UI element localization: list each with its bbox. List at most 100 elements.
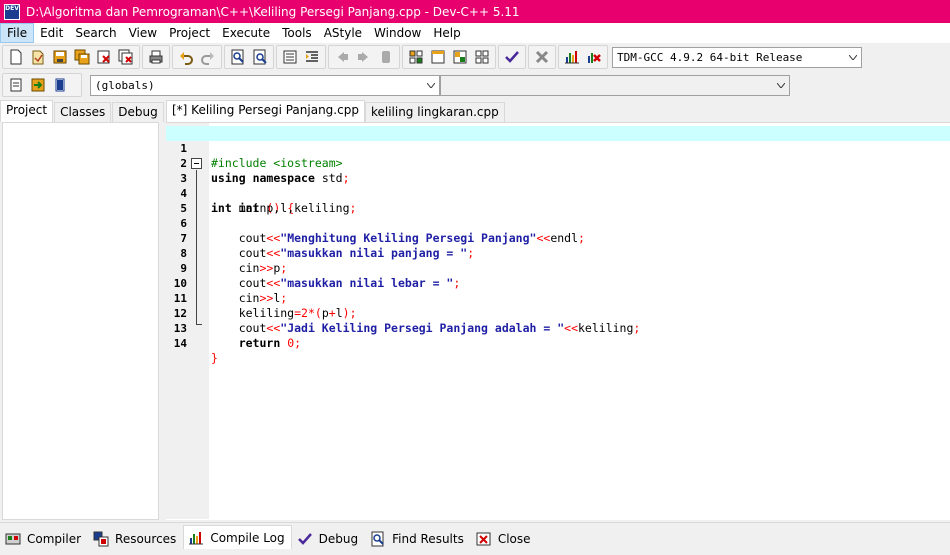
tab-debug[interactable]: Debug — [112, 102, 164, 122]
stop-icon[interactable] — [531, 46, 553, 68]
check-toolbar-group — [498, 45, 526, 69]
undo-icon[interactable] — [175, 46, 197, 68]
goto-forward-icon[interactable] — [353, 46, 375, 68]
chevron-down-icon — [427, 82, 435, 88]
search-toolbar-group — [224, 45, 274, 69]
project-panel[interactable] — [2, 122, 159, 520]
keyword: return — [238, 336, 281, 350]
menu-window[interactable]: Window — [368, 23, 427, 43]
window-title: D:\Algoritma dan Pemrograman\C++\Kelilin… — [26, 4, 520, 19]
code-line: 14 } — [166, 321, 950, 365]
code-line: 9 cout<<"masukkan nilai lebar = "; — [166, 246, 950, 290]
comment-icon[interactable] — [279, 46, 301, 68]
fold-toggle-icon[interactable] — [191, 158, 202, 169]
new-file-icon[interactable] — [5, 46, 27, 68]
class-toolbar-group — [2, 73, 82, 97]
operator: } — [211, 351, 218, 365]
tab-keliling-lingkaran[interactable]: keliling lingkaran.cpp — [364, 102, 505, 122]
code-line: 4 int p,l,keliling; — [166, 171, 950, 215]
menu-execute[interactable]: Execute — [216, 23, 276, 43]
scope-select[interactable]: (globals) — [90, 74, 440, 96]
chart-icon[interactable] — [561, 46, 583, 68]
tab-compiler[interactable]: Compiler — [0, 528, 88, 550]
tab-classes[interactable]: Classes — [54, 102, 112, 122]
grid-icon[interactable] — [471, 46, 493, 68]
profile-delete-icon[interactable] — [583, 46, 605, 68]
compiler-select-value: TDM-GCC 4.9.2 64-bit Release — [617, 50, 803, 64]
function-select[interactable] — [440, 74, 790, 96]
menu-search[interactable]: Search — [69, 23, 122, 43]
menu-project[interactable]: Project — [163, 23, 216, 43]
tab-find-results-label: Find Results — [392, 532, 464, 546]
compiler-icon — [5, 533, 21, 545]
toggle-bookmark-icon[interactable] — [49, 74, 71, 96]
code-line: 6 cout<<"Menghitung Keliling Persegi Pan… — [166, 201, 950, 245]
replace-icon[interactable] — [249, 46, 271, 68]
main-toolbar: TDM-GCC 4.9.2 64-bit Release — [0, 43, 950, 71]
tab-close[interactable]: Close — [471, 528, 538, 550]
find-icon[interactable] — [227, 46, 249, 68]
close-file-icon[interactable] — [93, 46, 115, 68]
code-line: 10 cin>>l; — [166, 261, 950, 305]
close-icon — [476, 532, 491, 546]
file-tabs: [*] Keliling Persegi Panjang.cpp kelilin… — [166, 100, 950, 122]
app-icon: DEV — [4, 3, 20, 20]
redo-icon[interactable] — [197, 46, 219, 68]
undo-toolbar-group — [172, 45, 222, 69]
compile-log-icon — [189, 531, 204, 544]
line-number: 14 — [173, 337, 187, 350]
tab-compile-log[interactable]: Compile Log — [183, 525, 292, 549]
find-results-icon — [371, 531, 384, 547]
code-line: 1 #include <iostream> — [166, 126, 950, 170]
tab-project[interactable]: Project — [0, 100, 54, 122]
scope-select-value: (globals) — [95, 78, 155, 92]
menu-file[interactable]: File — [0, 23, 35, 43]
chevron-down-icon — [849, 54, 857, 60]
left-panel-tabs: Project Classes Debug — [0, 100, 164, 122]
open-file-icon[interactable] — [27, 46, 49, 68]
tab-debug-label: Debug — [318, 532, 359, 546]
compiler-select[interactable]: TDM-GCC 4.9.2 64-bit Release — [612, 46, 862, 68]
goto-line-icon[interactable] — [27, 74, 49, 96]
tab-compiler-label: Compiler — [27, 532, 82, 546]
code-line: 13 return 0; — [166, 306, 950, 350]
insert-icon[interactable] — [5, 74, 27, 96]
tab-find-results[interactable]: Find Results — [365, 528, 471, 550]
layout-icon[interactable] — [449, 46, 471, 68]
tab-resources[interactable]: Resources — [88, 528, 183, 550]
save-all-icon[interactable] — [71, 46, 93, 68]
menu-view[interactable]: View — [123, 23, 163, 43]
menu-edit[interactable]: Edit — [34, 23, 69, 43]
file-toolbar-group — [2, 45, 140, 69]
print-icon[interactable] — [145, 46, 167, 68]
bottom-panel-tabs: Compiler Resources Compile Log Debug Fin… — [0, 522, 950, 555]
close-all-icon[interactable] — [115, 46, 137, 68]
check-syntax-icon[interactable] — [501, 46, 523, 68]
tab-resources-label: Resources — [115, 532, 177, 546]
resources-icon — [93, 531, 109, 547]
tile-icon[interactable] — [405, 46, 427, 68]
layout-toolbar-group — [402, 45, 496, 69]
profile-toolbar-group — [558, 45, 608, 69]
code-line: 3 int main() { — [166, 156, 950, 215]
menu-bar: File Edit Search View Project Execute To… — [0, 23, 950, 43]
tab-keliling-persegi-panjang[interactable]: [*] Keliling Persegi Panjang.cpp — [166, 100, 365, 122]
title-bar: DEV D:\Algoritma dan Pemrograman\C++\Kel… — [0, 0, 950, 23]
tab-close-label: Close — [497, 532, 531, 546]
save-icon[interactable] — [49, 46, 71, 68]
operator: ; — [294, 336, 302, 350]
print-toolbar-group — [142, 45, 170, 69]
code-line: 7 cout<<"masukkan nilai panjang = "; — [166, 216, 950, 260]
window-icon[interactable] — [427, 46, 449, 68]
tab-debug-bottom[interactable]: Debug — [292, 528, 365, 550]
bookmark-icon[interactable] — [375, 46, 397, 68]
menu-tools[interactable]: Tools — [276, 23, 318, 43]
tab-compile-log-label: Compile Log — [210, 530, 285, 545]
menu-help[interactable]: Help — [427, 23, 466, 43]
debug-icon — [297, 533, 312, 545]
indent-icon[interactable] — [301, 46, 323, 68]
bookmark-toolbar-group — [328, 45, 400, 69]
goto-back-icon[interactable] — [331, 46, 353, 68]
code-editor[interactable]: 1 #include <iostream> 2 using namespace … — [166, 122, 950, 520]
menu-astyle[interactable]: AStyle — [318, 23, 368, 43]
